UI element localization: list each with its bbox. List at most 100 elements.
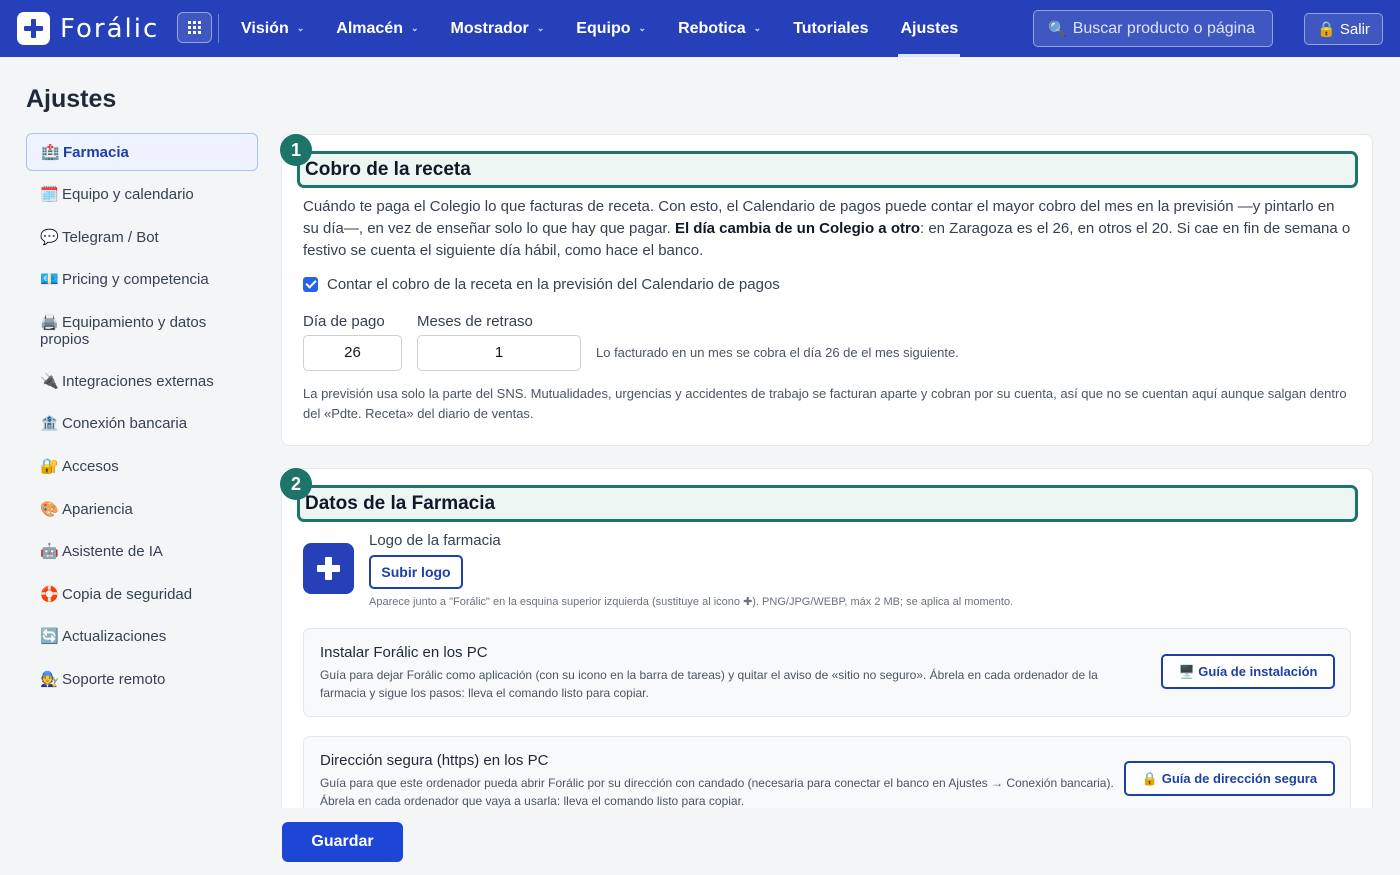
nav-item-label: Mostrador: [450, 19, 529, 37]
payment-hint: Lo facturado en un mes se cobra el día 2…: [596, 345, 959, 360]
nav-item-label: Ajustes: [900, 19, 959, 37]
euro-banknote-icon: 💶: [40, 271, 59, 289]
panel-description: Guía para dejar Forálic como aplicación …: [320, 668, 1098, 700]
nav-item-ajustes[interactable]: Ajustes: [898, 0, 961, 57]
search-input[interactable]: [1072, 19, 1263, 38]
apps-grid-button[interactable]: [177, 12, 212, 43]
panel-description: Guía para que este ordenador pueda abrir…: [320, 776, 1114, 808]
grid-icon: [188, 21, 201, 34]
chevron-down-icon: ⌄: [638, 23, 647, 33]
step-badge: 1: [280, 134, 312, 166]
sidebar-item-integraciones[interactable]: 🔌 Integraciones externas: [26, 362, 258, 405]
nav-item-label: Visión: [241, 19, 289, 37]
logout-button[interactable]: 🔒 Salir: [1304, 13, 1383, 45]
panel-title: Instalar Forálic en los PC: [320, 644, 488, 661]
logo-note: Aparece junto a "Forálic" en la esquina …: [369, 596, 1014, 608]
include-receipt-checkbox-row[interactable]: Contar el cobro de la receta en la previ…: [303, 276, 780, 293]
refresh-icon: 🔄: [40, 628, 59, 646]
nav-divider: [218, 14, 219, 43]
chevron-down-icon: ⌄: [753, 23, 762, 33]
https-guide-button[interactable]: 🔒 Guía de dirección segura: [1124, 761, 1335, 796]
nav-item-almacen[interactable]: Almacén ⌄: [336, 0, 418, 57]
bank-icon: 🏦: [40, 415, 59, 433]
section-description: Cuándo te paga el Colegio lo que factura…: [303, 196, 1353, 262]
nav-item-mostrador[interactable]: Mostrador ⌄: [451, 0, 545, 57]
nav-item-vision[interactable]: Visión ⌄: [241, 0, 304, 57]
robot-icon: 🤖: [40, 543, 59, 561]
brand-name: Forálic: [60, 13, 160, 44]
sidebar-item-telegram[interactable]: 💬 Telegram / Bot: [26, 218, 258, 261]
sidebar-item-pricing[interactable]: 💶 Pricing y competencia: [26, 260, 258, 303]
section-footnote: La previsión usa solo la parte del SNS. …: [303, 386, 1347, 421]
include-receipt-checkbox[interactable]: [303, 277, 318, 292]
mechanic-icon: 🧑‍🔧: [40, 670, 59, 688]
nav-item-equipo[interactable]: Equipo ⌄: [576, 0, 646, 57]
delay-months-label: Meses de retraso: [417, 313, 533, 330]
printer-icon: 🖨️: [40, 313, 59, 331]
sidebar-item-apariencia[interactable]: 🎨 Apariencia: [26, 490, 258, 533]
palette-icon: 🎨: [40, 500, 59, 518]
speech-bubble-icon: 💬: [40, 228, 59, 246]
settings-sidebar: 🏥 Farmacia 🗓️ Equipo y calendario 💬 Telegra…: [26, 133, 258, 703]
install-guide-panel: Instalar Forálic en los PC Guía para dej…: [303, 628, 1351, 717]
lock-key-icon: 🔐: [40, 457, 59, 475]
sidebar-item-farmacia[interactable]: 🏥 Farmacia: [26, 133, 258, 171]
install-guide-button[interactable]: 🖥️ Guía de instalación: [1161, 654, 1335, 689]
sidebar-item-label: Equipo y calendario: [62, 186, 194, 203]
logo-label: Logo de la farmacia: [369, 532, 501, 549]
main-nav: Visión ⌄ Almacén ⌄ Mostrador ⌄ Equipo ⌄ Rebo…: [241, 0, 990, 57]
payment-day-label: Día de pago: [303, 313, 385, 330]
sidebar-item-label: Apariencia: [62, 500, 133, 518]
nav-item-label: Rebotica: [678, 19, 746, 37]
sidebar-item-label: Farmacia: [63, 144, 129, 161]
brand[interactable]: Forálic: [17, 12, 159, 45]
step-badge: 2: [280, 468, 312, 500]
lifebuoy-icon: 🛟: [40, 585, 59, 603]
section-title: Datos de la Farmacia: [297, 485, 1358, 522]
plug-icon: 🔌: [40, 372, 59, 390]
section-cobro-receta: 1 Cobro de la receta Cuándo te paga el C…: [280, 134, 1373, 446]
top-nav-bar: Forálic Visión ⌄ Almacén ⌄ Mostrador ⌄ Equi…: [0, 0, 1400, 57]
chevron-down-icon: ⌄: [296, 23, 305, 33]
sidebar-item-equipo-calendario[interactable]: 🗓️ Equipo y calendario: [26, 175, 258, 218]
sidebar-item-soporte-remoto[interactable]: 🧑‍🔧 Soporte remoto: [26, 660, 258, 703]
nav-item-label: Tutoriales: [793, 19, 869, 37]
section-title: Cobro de la receta: [297, 151, 1358, 188]
upload-logo-button[interactable]: Subir logo: [369, 555, 463, 589]
sidebar-item-label: Copia de seguridad: [62, 585, 193, 603]
sidebar-item-label: Asistente de IA: [62, 543, 163, 561]
save-bar: [281, 808, 1373, 875]
sidebar-item-copia-seguridad[interactable]: 🛟 Copia de seguridad: [26, 575, 258, 618]
sidebar-item-conexion-bancaria[interactable]: 🏦 Conexión bancaria: [26, 404, 258, 447]
delay-months-input[interactable]: 1: [417, 335, 581, 371]
nav-item-rebotica[interactable]: Rebotica ⌄: [678, 0, 761, 57]
nav-item-tutoriales[interactable]: Tutoriales: [793, 0, 868, 57]
sidebar-item-equipamiento[interactable]: 🖨️ Equipamiento y datos propios: [26, 303, 258, 362]
sidebar-item-label: Actualizaciones: [62, 628, 167, 646]
payment-day-input[interactable]: 26: [303, 335, 402, 371]
sidebar-item-label: Soporte remoto: [62, 670, 166, 688]
sidebar-item-label: Conexión bancaria: [62, 415, 188, 433]
checkbox-label: Contar el cobro de la receta en la previ…: [327, 276, 780, 293]
brand-cross-icon: [17, 12, 50, 45]
chevron-down-icon: ⌄: [410, 23, 419, 33]
sidebar-item-text: 🖨️ Equipamiento y datos propios: [40, 314, 244, 348]
search-box[interactable]: 🔍: [1033, 10, 1273, 47]
sidebar-item-label: Accesos: [62, 457, 119, 475]
description-emphasis: El día cambia de un Colegio a otro: [674, 220, 920, 237]
sidebar-item-asistente-ia[interactable]: 🤖 Asistente de IA: [26, 532, 258, 575]
sidebar-item-label: Equipamiento y datos propios: [40, 313, 207, 348]
chevron-down-icon: ⌄: [536, 23, 545, 33]
nav-item-label: Almacén: [336, 19, 403, 37]
save-button[interactable]: Guardar: [282, 822, 403, 862]
sidebar-item-label: Integraciones externas: [62, 372, 214, 390]
sidebar-item-label: Pricing y competencia: [62, 271, 209, 289]
page-title: Ajustes: [26, 85, 117, 113]
sidebar-item-label: Telegram / Bot: [62, 228, 159, 246]
sidebar-item-accesos[interactable]: 🔐 Accesos: [26, 447, 258, 490]
nav-item-label: Equipo: [576, 19, 631, 37]
pharmacy-logo-preview: [303, 543, 354, 594]
hospital-icon: 🏥: [41, 144, 60, 161]
search-icon: 🔍: [1048, 20, 1067, 38]
sidebar-item-actualizaciones[interactable]: 🔄 Actualizaciones: [26, 617, 258, 660]
